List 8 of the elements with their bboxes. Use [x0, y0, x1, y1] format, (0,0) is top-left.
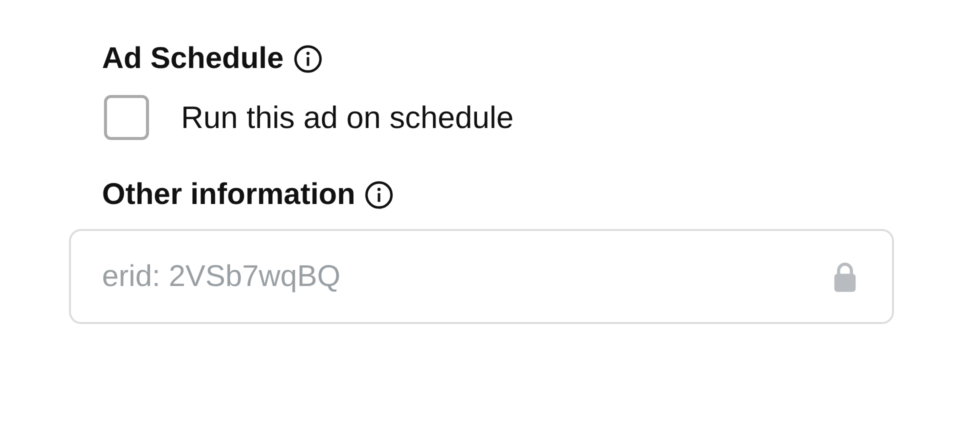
info-icon[interactable]	[292, 44, 323, 74]
checkbox[interactable]	[104, 95, 149, 140]
lock-icon	[832, 260, 858, 292]
section-title: Ad Schedule	[102, 42, 284, 76]
info-icon[interactable]	[364, 180, 394, 210]
input-field[interactable]: erid: 2VSb7wqBQ	[69, 229, 894, 324]
checkbox-label: Run this ad on schedule	[181, 100, 514, 136]
section-title: Other information	[102, 178, 356, 212]
